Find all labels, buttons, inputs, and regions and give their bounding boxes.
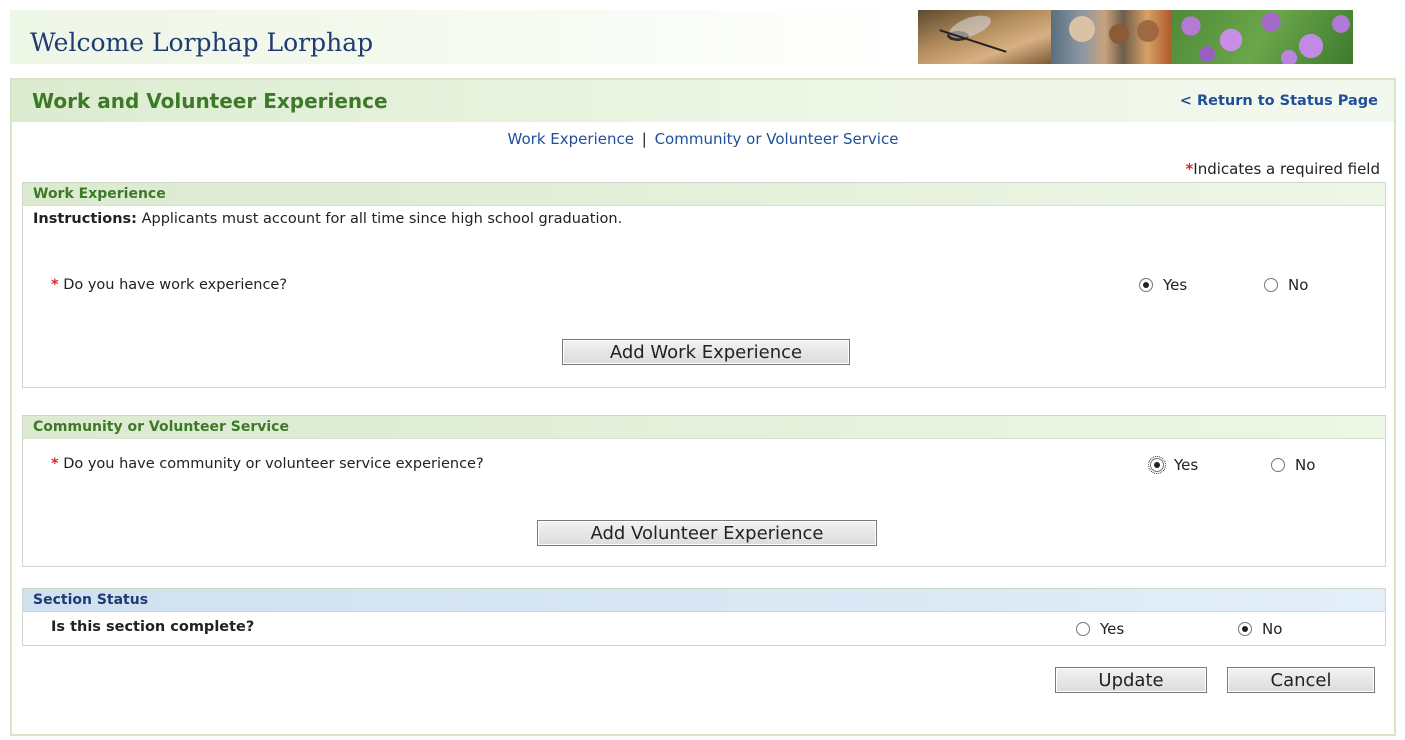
status-yes-label: Yes — [1100, 620, 1125, 638]
status-question: Is this section complete? — [51, 619, 255, 635]
status-section-header: Section Status — [23, 589, 1385, 612]
add-work-experience-button[interactable]: Add Work Experience — [562, 339, 850, 365]
work-yes-label: Yes — [1163, 276, 1188, 294]
status-no-radio[interactable] — [1238, 622, 1252, 636]
volunteer-section-header: Community or Volunteer Service — [23, 416, 1385, 439]
volunteer-yes-label: Yes — [1174, 456, 1199, 474]
work-section-header: Work Experience — [23, 183, 1385, 206]
banner-photos — [918, 10, 1353, 64]
instructions-label: Instructions: — [33, 211, 137, 227]
nav-separator: | — [641, 130, 647, 148]
instructions: Instructions: Applicants must account fo… — [33, 211, 622, 227]
status-yes-option[interactable]: Yes — [1076, 620, 1124, 638]
volunteer-no-radio[interactable] — [1271, 458, 1285, 472]
status-no-option[interactable]: No — [1238, 620, 1282, 638]
instructions-text: Applicants must account for all time sin… — [141, 211, 623, 227]
work-no-radio[interactable] — [1264, 278, 1278, 292]
mosquito-photo — [918, 10, 1051, 64]
people-photo — [1051, 10, 1171, 64]
work-yes-radio[interactable] — [1139, 278, 1153, 292]
nav-work-experience-link[interactable]: Work Experience — [508, 130, 634, 148]
cancel-button[interactable]: Cancel — [1227, 667, 1375, 693]
nav-volunteer-service-link[interactable]: Community or Volunteer Service — [655, 130, 899, 148]
bacteria-photo — [1171, 10, 1353, 64]
add-volunteer-experience-button[interactable]: Add Volunteer Experience — [537, 520, 877, 546]
required-note-text: Indicates a required field — [1193, 160, 1380, 178]
work-question: * Do you have work experience? — [51, 277, 287, 293]
volunteer-no-label: No — [1295, 456, 1316, 474]
work-no-label: No — [1288, 276, 1309, 294]
main-panel: Work and Volunteer Experience < Return t… — [10, 78, 1396, 736]
work-experience-section: Work Experience Instructions: Applicants… — [22, 182, 1386, 388]
status-no-label: No — [1262, 620, 1283, 638]
required-star: * — [51, 277, 59, 293]
section-status: Section Status Is this section complete?… — [22, 588, 1386, 646]
page-title: Work and Volunteer Experience — [32, 89, 388, 113]
volunteer-question: * Do you have community or volunteer ser… — [51, 456, 484, 472]
work-question-text: Do you have work experience? — [63, 277, 288, 293]
volunteer-question-text: Do you have community or volunteer servi… — [63, 456, 484, 472]
section-nav: Work Experience | Community or Volunteer… — [12, 130, 1394, 148]
title-bar: Work and Volunteer Experience < Return t… — [12, 80, 1394, 122]
work-no-option[interactable]: No — [1264, 276, 1308, 294]
required-field-note: *Indicates a required field — [1185, 160, 1380, 178]
update-button[interactable]: Update — [1055, 667, 1207, 693]
header-banner: Welcome Lorphap Lorphap — [10, 10, 1400, 64]
work-yes-option[interactable]: Yes — [1139, 276, 1187, 294]
welcome-message: Welcome Lorphap Lorphap — [30, 28, 374, 57]
volunteer-no-option[interactable]: No — [1271, 456, 1315, 474]
status-yes-radio[interactable] — [1076, 622, 1090, 636]
volunteer-yes-radio[interactable] — [1148, 456, 1166, 474]
required-star: * — [51, 456, 59, 472]
volunteer-service-section: Community or Volunteer Service * Do you … — [22, 415, 1386, 567]
volunteer-yes-option[interactable]: Yes — [1148, 456, 1199, 474]
return-to-status-link[interactable]: < Return to Status Page — [1180, 93, 1378, 109]
